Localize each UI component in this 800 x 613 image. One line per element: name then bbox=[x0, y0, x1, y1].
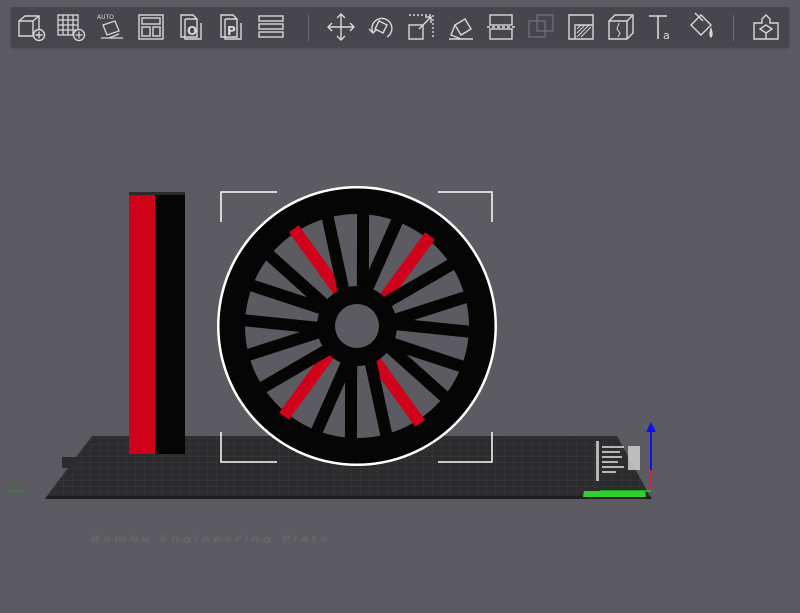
layers-button[interactable] bbox=[253, 10, 289, 44]
split-parts-icon: P bbox=[215, 11, 247, 43]
cut-tool-button[interactable] bbox=[483, 10, 519, 44]
wheel-object[interactable] bbox=[217, 186, 497, 466]
main-toolbar: AUTO O P bbox=[11, 7, 789, 47]
plate-label: Bambu Engineering Plate bbox=[90, 534, 333, 544]
auto-orient-label: AUTO bbox=[97, 14, 114, 21]
scene-canvas bbox=[0, 48, 800, 609]
boolean-icon bbox=[525, 11, 557, 43]
paint-bucket-icon bbox=[685, 11, 717, 43]
assembly-view-button[interactable] bbox=[748, 10, 784, 44]
plate-tab bbox=[62, 457, 76, 468]
svg-text:a: a bbox=[663, 29, 670, 42]
plate-front-strip bbox=[583, 491, 646, 497]
support-paint-button[interactable] bbox=[563, 10, 599, 44]
color-paint-button[interactable] bbox=[683, 10, 719, 44]
move-tool-button[interactable] bbox=[323, 10, 359, 44]
add-cube-icon bbox=[15, 11, 47, 43]
lay-on-face-button[interactable] bbox=[443, 10, 479, 44]
boolean-tool-button[interactable] bbox=[523, 10, 559, 44]
3d-viewport[interactable]: Bambu Engineering Plate bbox=[0, 48, 800, 609]
add-plate-grid-icon bbox=[55, 11, 87, 43]
seam-paint-button[interactable] bbox=[603, 10, 639, 44]
wheel-center-bore bbox=[335, 304, 379, 348]
auto-orient-icon: AUTO bbox=[95, 11, 127, 43]
rotate-tool-button[interactable] bbox=[363, 10, 399, 44]
lay-on-face-icon bbox=[445, 11, 477, 43]
add-plate-button[interactable] bbox=[53, 10, 89, 44]
svg-text:P: P bbox=[227, 24, 236, 38]
auto-orient-button[interactable]: AUTO bbox=[93, 10, 129, 44]
assembly-icon bbox=[750, 11, 782, 43]
move-arrows-icon bbox=[325, 11, 357, 43]
add-object-button[interactable] bbox=[13, 10, 49, 44]
text-tool-button[interactable]: a bbox=[643, 10, 679, 44]
scale-tool-button[interactable] bbox=[403, 10, 439, 44]
seam-paint-icon bbox=[605, 11, 637, 43]
rotate-icon bbox=[365, 11, 397, 43]
text-icon: a bbox=[645, 11, 677, 43]
svg-text:O: O bbox=[187, 24, 197, 38]
split-parts-button[interactable]: P bbox=[213, 10, 249, 44]
split-objects-icon: O bbox=[175, 11, 207, 43]
toolbar-separator bbox=[733, 15, 734, 41]
scale-icon bbox=[405, 11, 437, 43]
split-objects-button[interactable]: O bbox=[173, 10, 209, 44]
layers-icon bbox=[255, 11, 287, 43]
support-paint-icon bbox=[565, 11, 597, 43]
arrange-button[interactable] bbox=[133, 10, 169, 44]
arrange-icon bbox=[135, 11, 167, 43]
bar-object[interactable] bbox=[129, 192, 185, 454]
toolbar-separator bbox=[308, 15, 309, 41]
cut-icon bbox=[485, 11, 517, 43]
